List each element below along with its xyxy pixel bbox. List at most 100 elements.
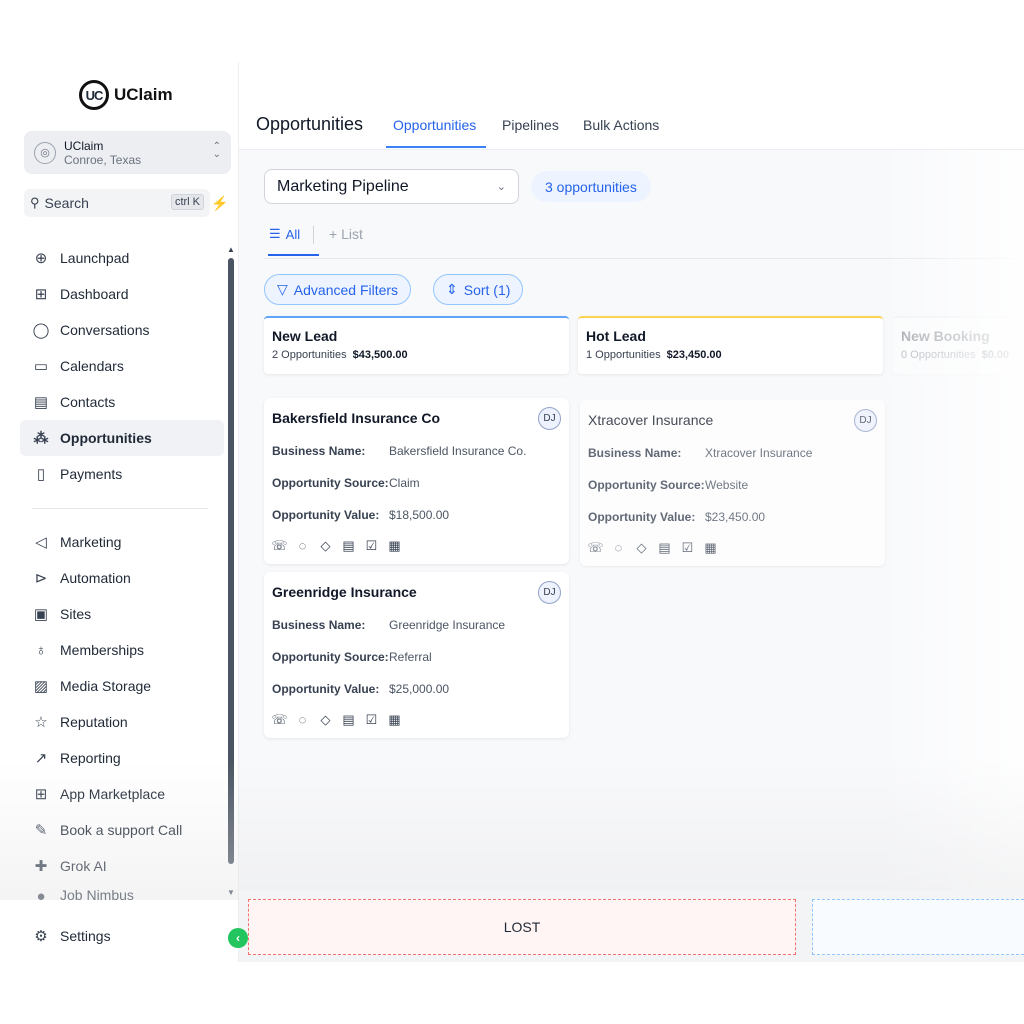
account-switcher[interactable]: ◎ UClaim Conroe, Texas ⌃ ⌄: [24, 131, 231, 174]
opportunity-card[interactable]: Bakersfield Insurance Co DJ Business Nam…: [264, 398, 569, 564]
quick-action-bolt-icon[interactable]: ⚡: [209, 192, 231, 214]
note-icon[interactable]: ▤: [341, 538, 356, 553]
phone-icon[interactable]: ☏: [587, 540, 603, 555]
brand-logo[interactable]: UC UClaim: [79, 76, 173, 114]
field-value: $18,500.00: [389, 508, 450, 522]
tab-pipelines[interactable]: Pipelines: [502, 117, 559, 133]
field-value: $23,450.00: [705, 510, 766, 524]
assignee-avatar[interactable]: DJ: [854, 409, 877, 432]
lost-dropzone[interactable]: LOST: [248, 899, 796, 955]
sidebar-item-opportunities[interactable]: ⁂ Opportunities: [20, 420, 224, 456]
sidebar-item-dashboard[interactable]: ⊞ Dashboard: [20, 276, 224, 312]
search-icon: ⚲: [30, 195, 40, 210]
account-name: UClaim: [64, 138, 104, 153]
phone-icon[interactable]: ☏: [271, 538, 287, 553]
stage-total: $43,500.00: [352, 349, 408, 361]
note-icon[interactable]: ▤: [657, 540, 672, 555]
view-all-tab[interactable]: ☰ All: [269, 226, 300, 242]
collapse-sidebar-button[interactable]: ‹: [228, 928, 248, 948]
opportunity-count-badge: 3 opportunities: [531, 171, 651, 202]
sidebar-item-label: Calendars: [60, 358, 124, 374]
assignee-avatar[interactable]: DJ: [538, 407, 561, 430]
sidebar-item-contacts[interactable]: ▤ Contacts: [20, 384, 224, 420]
add-list-view-button[interactable]: + List: [329, 226, 363, 242]
message-icon[interactable]: ◌: [611, 540, 626, 555]
sidebar-item-reporting[interactable]: ↗ Reporting: [20, 740, 224, 776]
field-label: Business Name:: [588, 446, 682, 460]
sidebar-item-book-support-call[interactable]: ✎ Book a support Call: [20, 812, 224, 848]
sidebar-item-automation[interactable]: ⊳ Automation: [20, 560, 224, 596]
field-label: Opportunity Source:: [588, 478, 705, 492]
sidebar-item-label: Reputation: [60, 714, 128, 730]
sidebar-item-calendars[interactable]: ▭ Calendars: [20, 348, 224, 384]
task-icon[interactable]: ☑: [364, 538, 379, 553]
sidebar-item-conversations[interactable]: ◯ Conversations: [20, 312, 224, 348]
image-icon: ▨: [33, 678, 49, 695]
sidebar-item-settings[interactable]: ⚙ Settings: [20, 918, 224, 954]
sidebar-item-sites[interactable]: ▣ Sites: [20, 596, 224, 632]
card-business-row: Business Name: Greenridge Insurance: [272, 618, 561, 632]
payments-icon: ▯: [36, 466, 46, 483]
search-label: Search: [44, 195, 89, 211]
field-value: Bakersfield Insurance Co.: [389, 444, 527, 458]
message-icon[interactable]: ◌: [295, 538, 310, 553]
card-actions: ☏ ◌ ◇ ▤ ☑ ▦: [271, 712, 561, 728]
field-value: Greenridge Insurance: [389, 618, 506, 632]
opportunity-card[interactable]: Greenridge Insurance DJ Business Name: Gr…: [264, 572, 569, 738]
tag-icon[interactable]: ◇: [318, 538, 333, 553]
sidebar-item-app-marketplace[interactable]: ⊞ App Marketplace: [20, 776, 224, 812]
phone-icon[interactable]: ☏: [271, 712, 287, 727]
chevron-down-icon: ⌄: [496, 181, 506, 193]
note-icon[interactable]: ▤: [341, 712, 356, 727]
tab-opportunities[interactable]: Opportunities: [393, 117, 476, 133]
pipeline-select-value: Marketing Pipeline: [277, 177, 409, 195]
sort-button[interactable]: ⇕ Sort (1): [433, 274, 524, 305]
sidebar-item-reputation[interactable]: ☆ Reputation: [20, 704, 224, 740]
wrench-icon: ✎: [34, 822, 48, 839]
appointment-icon[interactable]: ▦: [387, 712, 402, 727]
sidebar-scrollbar[interactable]: [228, 258, 234, 864]
sidebar-item-marketing[interactable]: ◁ Marketing: [20, 524, 224, 560]
task-icon[interactable]: ☑: [364, 712, 379, 727]
pipeline-select[interactable]: Marketing Pipeline ⌄: [264, 169, 519, 204]
tag-icon[interactable]: ◇: [634, 540, 649, 555]
won-dropzone[interactable]: [812, 899, 1024, 955]
sidebar-item-memberships[interactable]: ♁ Memberships: [20, 632, 224, 668]
task-icon[interactable]: ☑: [680, 540, 695, 555]
field-label: Opportunity Value:: [272, 508, 380, 522]
card-value-row: Opportunity Value: $25,000.00: [272, 682, 561, 696]
stage-total: $23,450.00: [666, 349, 722, 361]
field-label: Opportunity Value:: [272, 682, 380, 696]
scroll-up-arrow-icon[interactable]: ▲: [227, 245, 235, 254]
advanced-filters-button[interactable]: ▽ Advanced Filters: [264, 274, 412, 305]
assignee-avatar[interactable]: DJ: [538, 581, 561, 604]
sites-icon: ▣: [33, 606, 49, 623]
tab-bulk-actions[interactable]: Bulk Actions: [583, 117, 659, 133]
sidebar-item-payments[interactable]: ▯ Payments: [20, 456, 224, 492]
automation-icon: ⊳: [34, 570, 48, 587]
sidebar-item-media-storage[interactable]: ▨ Media Storage: [20, 668, 224, 704]
appointment-icon[interactable]: ▦: [703, 540, 718, 555]
contacts-icon: ▤: [33, 394, 49, 411]
card-value-row: Opportunity Value: $23,450.00: [588, 510, 877, 524]
sidebar-item-label: Reporting: [60, 750, 121, 766]
opportunity-card[interactable]: Xtracover Insurance DJ Business Name: Xtr…: [580, 400, 885, 566]
message-icon[interactable]: ◌: [295, 712, 310, 727]
scroll-down-arrow-icon[interactable]: ▼: [227, 888, 235, 897]
card-source-row: Opportunity Source: Referral: [272, 650, 561, 664]
stage-count: 0 Opportunities: [901, 349, 976, 361]
sidebar-item-grok-ai[interactable]: ✚ Grok AI: [20, 848, 224, 884]
tag-icon[interactable]: ◇: [318, 712, 333, 727]
sidebar-divider: [32, 508, 208, 509]
sidebar-item-label: Job Nimbus: [60, 887, 134, 900]
account-location: Conroe, Texas: [64, 152, 142, 167]
sidebar-item-job-nimbus[interactable]: ● Job Nimbus: [20, 882, 224, 900]
sidebar-item-launchpad[interactable]: ⊕ Launchpad: [20, 240, 224, 276]
sidebar-item-label: App Marketplace: [60, 786, 166, 802]
stage-header-new-booking: New Booking 0 Opportunities $0.00: [893, 316, 1024, 374]
user-plus-icon: ✚: [34, 858, 48, 875]
user-icon: ●: [36, 887, 46, 901]
search-input[interactable]: ⚲ Search ctrl K: [24, 189, 210, 217]
appointment-icon[interactable]: ▦: [387, 538, 402, 553]
card-business-row: Business Name: Xtracover Insurance: [588, 446, 877, 460]
